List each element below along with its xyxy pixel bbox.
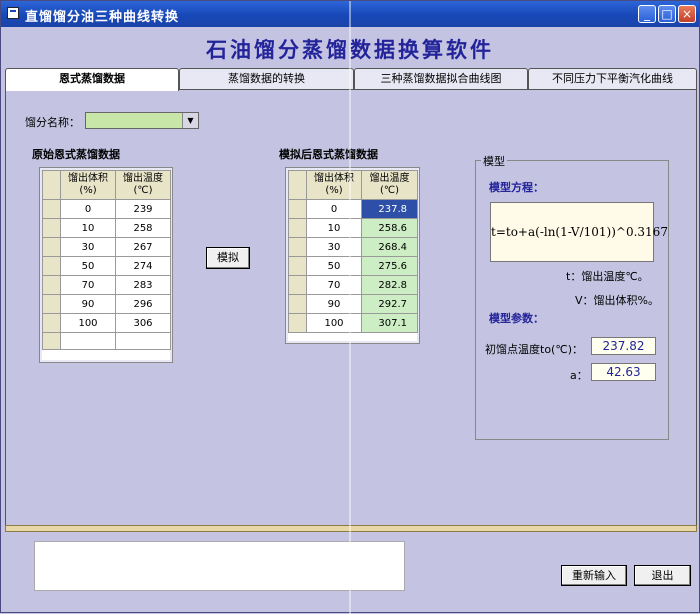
table-row: 50 274	[42, 256, 171, 276]
table-row: 10 258.6	[288, 218, 418, 238]
maximize-button[interactable]: □	[658, 5, 676, 23]
table-row: 100 307.1	[288, 313, 418, 333]
table-row: 0 237.8	[288, 199, 418, 219]
table-row: 50 275.6	[288, 256, 418, 276]
title-bar[interactable]: 直馏馏分油三种曲线转换 _ □ ×	[1, 1, 699, 27]
app-window: 直馏馏分油三种曲线转换 _ □ × 石油馏分蒸馏数据换算软件 恩式蒸馏数据 蒸馏…	[0, 0, 700, 614]
tab-engler-data[interactable]: 恩式蒸馏数据	[5, 68, 179, 91]
col-header-volume: 馏出体积 (%)	[60, 170, 116, 200]
simulate-button[interactable]: 模拟	[206, 247, 250, 269]
exit-button[interactable]: 退出	[634, 565, 691, 586]
dropdown-arrow-icon[interactable]: ▼	[182, 113, 198, 128]
tab-flash-curves[interactable]: 不同压力下平衡汽化曲线	[528, 68, 697, 89]
v-note: V：馏出体积%。	[575, 294, 659, 307]
table-row: 30 268.4	[288, 237, 418, 257]
t0-label: 初馏点温度to(℃)：	[485, 343, 583, 356]
model-group-label: 模型	[481, 153, 507, 169]
selected-cell[interactable]: 237.8	[361, 199, 418, 219]
original-data-title: 原始恩式蒸馏数据	[32, 148, 120, 161]
table-row: 90 296	[42, 294, 171, 314]
table-row: 0 239	[42, 199, 171, 219]
reset-button[interactable]: 重新输入	[561, 565, 627, 586]
simulated-data-title: 模拟后恩式蒸馏数据	[279, 148, 378, 161]
close-button[interactable]: ×	[678, 5, 696, 23]
table-row: 90 292.7	[288, 294, 418, 314]
model-equation-title: 模型方程：	[489, 181, 544, 194]
a-value[interactable]: 42.63	[591, 363, 656, 381]
a-label: a：	[570, 369, 588, 382]
window-title: 直馏馏分油三种曲线转换	[25, 10, 180, 25]
table-row: 10 258	[42, 218, 171, 238]
tab-strip: 恩式蒸馏数据 蒸馏数据的转换 三种蒸馏数据拟合曲线图 不同压力下平衡汽化曲线	[5, 68, 697, 91]
model-params-title: 模型参数：	[489, 312, 544, 325]
fraction-name-label: 馏分名称：	[25, 116, 80, 129]
t0-value[interactable]: 237.82	[591, 337, 656, 355]
col-header-volume: 馏出体积 (%)	[306, 170, 362, 200]
col-header-temp: 馏出温度 (℃)	[361, 170, 418, 200]
col-header-temp: 馏出温度 (℃)	[115, 170, 171, 200]
status-box	[34, 541, 405, 591]
model-equation-box: t=to+a(-ln(1-V/101))^0.3167	[490, 202, 668, 262]
tab-data-conversion[interactable]: 蒸馏数据的转换	[179, 68, 354, 89]
simulated-data-grid[interactable]: 馏出体积 (%) 馏出温度 (℃) 0 237.8 10 258.6 30 268.4…	[288, 170, 418, 333]
table-row: 70 283	[42, 275, 171, 295]
t-note: t：馏出温度℃。	[566, 270, 649, 283]
minimize-button[interactable]: _	[638, 5, 656, 23]
table-row: 100 306	[42, 313, 171, 333]
app-heading: 石油馏分蒸馏数据换算软件	[206, 37, 494, 62]
separator-bar	[5, 525, 697, 532]
table-row-empty	[42, 332, 171, 350]
original-data-grid[interactable]: 馏出体积 (%) 馏出温度 (℃) 0 239 10 258 30 267 50 274…	[42, 170, 171, 350]
fraction-name-select[interactable]: ▼	[85, 112, 199, 129]
tab-fitted-curves[interactable]: 三种蒸馏数据拟合曲线图	[354, 68, 528, 89]
table-row: 70 282.8	[288, 275, 418, 295]
app-icon	[7, 7, 19, 19]
table-row: 30 267	[42, 237, 171, 257]
